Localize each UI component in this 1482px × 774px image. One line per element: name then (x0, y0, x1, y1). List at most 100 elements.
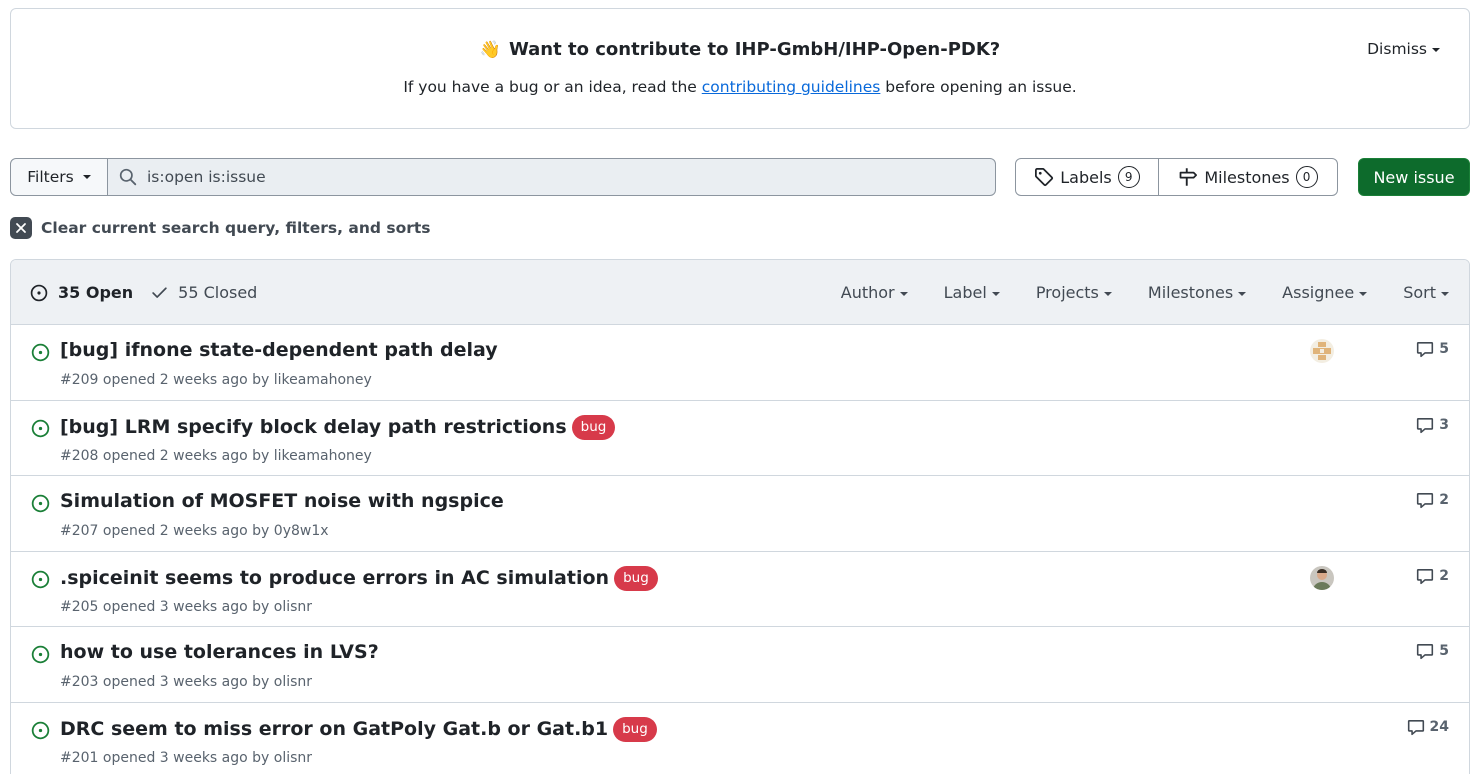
issue-open-icon (31, 645, 50, 668)
banner-text-before: If you have a bug or an idea, read the (403, 78, 702, 96)
issue-open-icon (31, 570, 50, 593)
chevron-down-icon (1238, 291, 1247, 296)
dismiss-button[interactable]: Dismiss (1367, 40, 1440, 58)
contribute-banner: 👋 Want to contribute to IHP-GmbH/IHP-Open… (10, 8, 1470, 129)
comments-link[interactable]: 24 (1407, 718, 1449, 736)
close-icon (10, 217, 32, 239)
assignee-dropdown[interactable]: Assignee (1282, 283, 1368, 302)
filters-button[interactable]: Filters (11, 159, 108, 195)
projects-dropdown[interactable]: Projects (1036, 283, 1112, 302)
label-dropdown-label: Label (943, 283, 987, 302)
sort-dropdown[interactable]: Sort (1403, 283, 1449, 302)
issue-title-link[interactable]: .spiceinit seems to produce errors in AC… (60, 567, 609, 589)
search-input[interactable] (147, 168, 947, 186)
chevron-down-icon (899, 291, 908, 296)
milestone-icon (1179, 168, 1198, 186)
issue-title-wrap: [bug] ifnone state-dependent path delay (60, 339, 498, 361)
issue-title-wrap: Simulation of MOSFET noise with ngspice (60, 490, 504, 512)
comments-link[interactable]: 5 (1416, 642, 1449, 660)
milestones-dropdown[interactable]: Milestones (1147, 283, 1247, 302)
author-dropdown-label: Author (840, 283, 895, 302)
comment-count: 3 (1439, 416, 1449, 433)
bug-label[interactable]: bug (614, 565, 658, 591)
issue-row[interactable]: Simulation of MOSFET noise with ngspice … (11, 476, 1469, 552)
issue-row[interactable]: [bug] ifnone state-dependent path delay … (11, 325, 1469, 401)
issue-open-icon (31, 343, 50, 366)
milestones-count-badge: 0 (1295, 166, 1318, 188)
issue-title-link[interactable]: [bug] ifnone state-dependent path delay (60, 339, 498, 361)
issue-row[interactable]: [bug] LRM specify block delay path restr… (11, 401, 1469, 477)
labels-label: Labels (1060, 167, 1112, 187)
issue-row[interactable]: how to use tolerances in LVS? #203 opene… (11, 627, 1469, 703)
issue-row[interactable]: .spiceinit seems to produce errors in AC… (11, 552, 1469, 628)
label-dropdown[interactable]: Label (944, 283, 1000, 302)
comments-link[interactable]: 2 (1416, 567, 1449, 585)
chevron-down-icon (82, 175, 91, 179)
search-wrap (108, 159, 995, 195)
chevron-down-icon (1441, 291, 1449, 296)
chevron-down-icon (1359, 291, 1368, 296)
issue-title-link[interactable]: DRC seem to miss error on GatPoly Gat.b … (60, 718, 608, 740)
issue-meta: #209 opened 2 weeks ago by likeamahoney (60, 372, 372, 388)
comment-count: 5 (1439, 341, 1449, 357)
issue-title-wrap: how to use tolerances in LVS? (60, 641, 379, 663)
assignee-avatar-photo[interactable] (1310, 565, 1334, 590)
bug-label[interactable]: bug (571, 414, 616, 440)
comment-icon (1417, 644, 1434, 660)
milestones-dropdown-label: Milestones (1147, 283, 1234, 302)
assignee-dropdown-label: Assignee (1282, 283, 1355, 302)
labels-button[interactable]: Labels 9 (1016, 159, 1159, 195)
issue-title-link[interactable]: [bug] LRM specify block delay path restr… (60, 416, 567, 438)
milestones-label: Milestones (1204, 167, 1290, 187)
clear-filters-link[interactable]: Clear current search query, filters, and… (10, 217, 431, 239)
issue-open-icon (31, 494, 50, 517)
issue-row[interactable]: DRC seem to miss error on GatPoly Gat.b … (11, 703, 1469, 774)
issue-open-icon (31, 721, 50, 744)
closed-issues-tab[interactable]: 55 Closed (151, 283, 257, 302)
issue-title-link[interactable]: how to use tolerances in LVS? (60, 641, 379, 663)
chevron-down-icon (991, 291, 1000, 296)
sort-dropdown-label: Sort (1403, 283, 1436, 302)
list-filter-dropdowns: Author Label Projects Milestones Assigne… (805, 260, 1449, 325)
comment-count: 5 (1439, 643, 1449, 660)
issue-meta: #203 opened 3 weeks ago by olisnr (60, 674, 313, 691)
comments-link[interactable]: 2 (1416, 491, 1449, 509)
issue-title-link[interactable]: Simulation of MOSFET noise with ngspice (60, 490, 504, 512)
issues-list: 35 Open 55 Closed Author Label Projects … (10, 259, 1470, 774)
tag-icon (1035, 168, 1054, 186)
open-count-label: 35 Open (58, 283, 134, 302)
labels-milestones-group: Labels 9 Milestones 0 (1015, 158, 1338, 196)
author-dropdown[interactable]: Author (841, 283, 908, 302)
issue-meta: #208 opened 2 weeks ago by likeamahoney (60, 447, 372, 464)
comment-icon (1417, 568, 1434, 584)
issue-title-wrap: .spiceinit seems to produce errors in AC… (60, 565, 658, 591)
banner-title: 👋 Want to contribute to IHP-GmbH/IHP-Open… (11, 39, 1469, 60)
projects-dropdown-label: Projects (1035, 283, 1099, 302)
issue-meta: #205 opened 3 weeks ago by olisnr (60, 598, 313, 615)
bug-label[interactable]: bug (613, 716, 657, 742)
comment-count: 2 (1439, 492, 1449, 509)
contributing-guidelines-link[interactable]: contributing guidelines (702, 78, 881, 96)
issue-search-bar: Filters (10, 158, 996, 196)
comment-icon (1417, 417, 1434, 433)
comment-count: 2 (1439, 567, 1449, 584)
milestones-button[interactable]: Milestones 0 (1159, 159, 1337, 195)
issue-meta: #207 opened 2 weeks ago by 0y8w1x (60, 523, 329, 540)
new-issue-button[interactable]: New issue (1358, 158, 1470, 196)
comment-count: 24 (1429, 718, 1449, 735)
labels-count-badge: 9 (1117, 166, 1140, 188)
comments-link[interactable]: 5 (1416, 340, 1449, 358)
comment-icon (1417, 493, 1434, 509)
open-issues-tab[interactable]: 35 Open (30, 283, 133, 302)
chevron-down-icon (1432, 47, 1440, 52)
issue-meta: #201 opened 3 weeks ago by olisnr (60, 749, 313, 766)
issue-title-wrap: [bug] LRM specify block delay path restr… (60, 414, 616, 440)
assignee-avatar-identicon[interactable] (1310, 339, 1334, 363)
issue-rows: [bug] ifnone state-dependent path delay … (11, 325, 1469, 774)
comments-link[interactable]: 3 (1416, 416, 1449, 434)
banner-text: If you have a bug or an idea, read the c… (11, 78, 1469, 96)
issue-state-toggle: 35 Open 55 Closed (30, 260, 275, 325)
check-icon (152, 287, 167, 298)
issue-title-wrap: DRC seem to miss error on GatPoly Gat.b … (60, 716, 657, 742)
clear-filters-label: Clear current search query, filters, and… (41, 219, 431, 237)
